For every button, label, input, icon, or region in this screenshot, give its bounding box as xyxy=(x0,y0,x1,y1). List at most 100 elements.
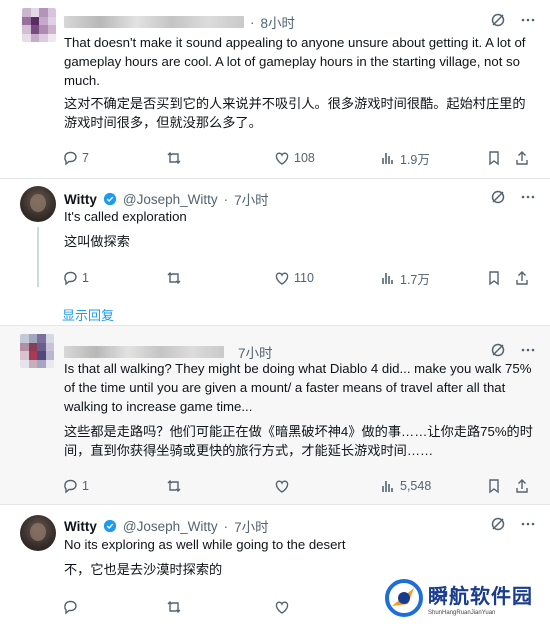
retweet-button[interactable] xyxy=(166,599,182,615)
views-button[interactable]: 5,548 xyxy=(380,478,431,494)
reply-count: 1 xyxy=(82,271,89,285)
bookmark-icon xyxy=(489,151,499,166)
reply-icon xyxy=(64,600,77,615)
tweet-text-zh: 这些都是走路吗？他们可能正在做《暗黑破坏神4》做的事……让你走路75%的时间，直… xyxy=(64,424,533,458)
views-icon xyxy=(382,481,393,492)
reply-icon xyxy=(64,271,77,286)
bookmark-button[interactable] xyxy=(486,270,502,286)
tweet-actions: 1 5,548 xyxy=(62,477,532,495)
timestamp[interactable]: 7小时 xyxy=(234,189,269,209)
show-replies-link[interactable]: 显示回复 xyxy=(62,305,114,324)
views-button[interactable]: 1.9万 xyxy=(380,149,430,168)
reply-button[interactable]: 1 xyxy=(62,478,89,494)
reply-icon xyxy=(64,151,77,166)
views-count: 1.7万 xyxy=(400,272,430,287)
bookmark-button[interactable] xyxy=(486,478,502,494)
separator-dot: · xyxy=(250,14,255,30)
tweet-header: Witty @Joseph_Witty · 7小时 xyxy=(64,189,269,209)
separator-dot: · xyxy=(223,518,229,534)
reply-count: 7 xyxy=(82,151,89,165)
tweet-text-en: No its exploring as well while going to … xyxy=(64,537,346,552)
redacted-username[interactable] xyxy=(64,346,224,358)
tweet-text-zh: 这叫做探索 xyxy=(64,234,130,249)
tweet-top-actions xyxy=(490,12,536,28)
views-icon xyxy=(382,273,393,284)
like-button[interactable]: 108 xyxy=(274,150,315,166)
tweet-actions: 1 110 1.7万 xyxy=(62,269,532,287)
watermark-text: 瞬航软件园 ShunHangRuanJianYuan xyxy=(428,580,533,616)
share-button[interactable] xyxy=(514,478,530,494)
tweet-top-actions xyxy=(490,189,536,205)
timestamp[interactable]: 8小时 xyxy=(261,12,296,32)
reply-icon xyxy=(64,479,77,494)
more-options-icon[interactable] xyxy=(520,189,536,205)
like-button[interactable]: 110 xyxy=(274,270,314,286)
tweet-top-actions xyxy=(490,516,536,532)
watermark-title: 瞬航软件园 xyxy=(428,586,533,608)
tweet-top-actions xyxy=(490,342,536,358)
grok-icon[interactable] xyxy=(490,189,506,205)
watermark-logo-icon xyxy=(385,579,423,617)
heart-icon xyxy=(275,152,289,165)
avatar[interactable] xyxy=(22,8,56,42)
reply-button[interactable]: 7 xyxy=(62,150,89,166)
tweet-actions: 7 108 1.9万 xyxy=(62,149,532,167)
watermark: 瞬航软件园 ShunHangRuanJianYuan xyxy=(384,573,544,623)
tweet-text-en: It's called exploration xyxy=(64,209,187,224)
share-button[interactable] xyxy=(514,270,530,286)
avatar[interactable] xyxy=(20,515,56,551)
retweet-icon xyxy=(167,601,181,613)
verified-badge-icon xyxy=(103,192,117,206)
retweet-button[interactable] xyxy=(166,478,186,494)
share-icon xyxy=(516,271,528,285)
grok-icon[interactable] xyxy=(490,342,506,358)
more-options-icon[interactable] xyxy=(520,342,536,358)
separator-dot: · xyxy=(223,191,229,207)
tweet-header: Witty @Joseph_Witty · 7小时 xyxy=(64,516,269,536)
retweet-icon xyxy=(167,152,181,164)
user-handle[interactable]: @Joseph_Witty xyxy=(123,192,218,207)
like-count: 108 xyxy=(294,151,315,165)
like-count: 110 xyxy=(294,271,314,285)
share-icon xyxy=(516,151,528,165)
share-button[interactable] xyxy=(514,150,530,166)
retweet-button[interactable] xyxy=(166,150,186,166)
tweet-1[interactable]: · 8小时 That doesn't make it sound appeali… xyxy=(0,0,550,178)
like-button[interactable] xyxy=(274,478,294,494)
tweet-text-zh: 这对不确定是否买到它的人来说并不吸引人。很多游戏时间很酷。起始村庄里的游戏时间很… xyxy=(64,96,526,130)
reply-button[interactable]: 1 xyxy=(62,270,89,286)
retweet-icon xyxy=(167,272,181,284)
tweet-2[interactable]: Witty @Joseph_Witty · 7小时 It's called ex… xyxy=(0,179,550,325)
grok-icon[interactable] xyxy=(490,12,506,28)
tweet-header: · 8小时 xyxy=(64,12,295,32)
retweet-icon xyxy=(167,480,181,492)
avatar[interactable] xyxy=(20,334,54,368)
views-count: 5,548 xyxy=(400,479,432,493)
display-name[interactable]: Witty xyxy=(64,519,97,534)
grok-icon[interactable] xyxy=(490,516,506,532)
tweet-3[interactable]: 7小时 Is that all walking? They might be d… xyxy=(0,326,550,504)
like-button[interactable] xyxy=(274,599,290,615)
redacted-username[interactable] xyxy=(64,16,244,28)
avatar[interactable] xyxy=(20,186,56,222)
user-handle[interactable]: @Joseph_Witty xyxy=(123,519,218,534)
more-options-icon[interactable] xyxy=(520,12,536,28)
timestamp[interactable]: 7小时 xyxy=(234,516,269,536)
tweet-text-en: Is that all walking? They might be doing… xyxy=(64,361,532,414)
tweet-text-en: That doesn't make it sound appealing to … xyxy=(64,35,526,88)
bookmark-icon xyxy=(489,479,499,494)
views-icon xyxy=(382,153,393,164)
retweet-button[interactable] xyxy=(166,270,186,286)
reply-button[interactable] xyxy=(62,599,78,615)
display-name[interactable]: Witty xyxy=(64,192,97,207)
heart-icon xyxy=(275,272,289,285)
more-options-icon[interactable] xyxy=(520,516,536,532)
watermark-subtitle: ShunHangRuanJianYuan xyxy=(428,610,496,616)
tweet-actions xyxy=(62,598,362,616)
reply-count: 1 xyxy=(82,479,89,493)
bookmark-icon xyxy=(489,271,499,286)
bookmark-button[interactable] xyxy=(486,150,502,166)
views-button[interactable]: 1.7万 xyxy=(380,269,430,288)
thread-line xyxy=(37,227,39,287)
share-icon xyxy=(516,479,528,493)
